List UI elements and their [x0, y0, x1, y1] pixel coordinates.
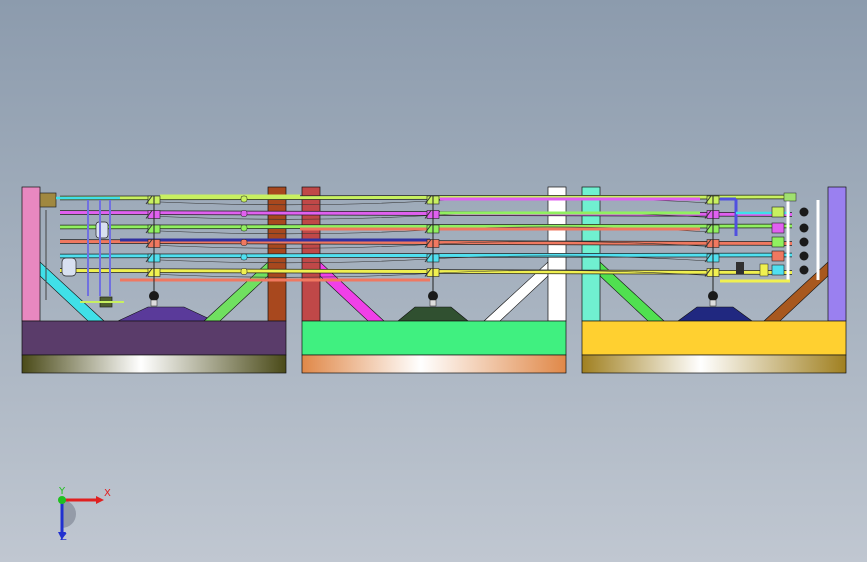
pipe-marker — [240, 224, 248, 232]
axis-triad-icon — [58, 496, 104, 540]
hopper — [117, 306, 215, 322]
triad-shadow — [62, 500, 76, 528]
base-beam — [301, 320, 567, 356]
drain-outlet — [709, 299, 717, 307]
drain-outlet — [150, 299, 158, 307]
vent-valve — [783, 192, 797, 202]
pipe-marker — [240, 210, 248, 217]
x-axis-arrowhead — [96, 496, 104, 504]
base-beam — [581, 320, 847, 356]
hopper — [677, 306, 753, 322]
header-valve — [771, 236, 785, 248]
filter-housing — [61, 257, 77, 277]
hopper — [397, 306, 469, 322]
pipe-run — [59, 253, 793, 258]
cad-viewport[interactable]: X Y Z — [0, 0, 867, 562]
valve-fittings — [39, 192, 820, 308]
drain-valve — [149, 291, 159, 301]
control-box — [39, 192, 57, 208]
gauge-icon — [799, 223, 809, 233]
post-right — [827, 186, 847, 322]
z-axis-label: Z — [60, 532, 67, 543]
x-axis-label: X — [104, 488, 111, 499]
header-valve — [771, 206, 785, 218]
pipe-marker — [240, 239, 248, 246]
gauge-icon — [799, 237, 809, 247]
drain-outlet — [429, 299, 437, 307]
base-beam — [21, 320, 287, 356]
gauge-icon — [799, 251, 809, 261]
filter-housing — [95, 221, 109, 239]
assembly-side-view[interactable] — [0, 0, 867, 562]
skid-rail — [581, 354, 847, 374]
pipe-run — [59, 224, 793, 229]
pipe-marker — [240, 253, 248, 261]
pipe-run — [59, 240, 793, 245]
check-valve — [759, 263, 769, 277]
drain-valve — [428, 291, 438, 301]
post-left — [21, 186, 41, 322]
gauge-icon — [799, 265, 809, 275]
pipe-marker — [240, 268, 248, 275]
header-valve — [771, 264, 785, 276]
y-axis-dot — [58, 496, 66, 504]
check-valve — [736, 262, 744, 274]
gauge-icon — [799, 207, 809, 217]
pipe-marker — [240, 195, 248, 203]
pipe-run — [59, 269, 793, 274]
y-axis-label: Y — [59, 486, 66, 497]
skid-rail — [301, 354, 567, 374]
skid-rail — [21, 354, 287, 374]
drain-valve — [708, 291, 718, 301]
header-valve — [771, 222, 785, 234]
pipe-runs — [59, 194, 793, 282]
header-valve — [771, 250, 785, 262]
